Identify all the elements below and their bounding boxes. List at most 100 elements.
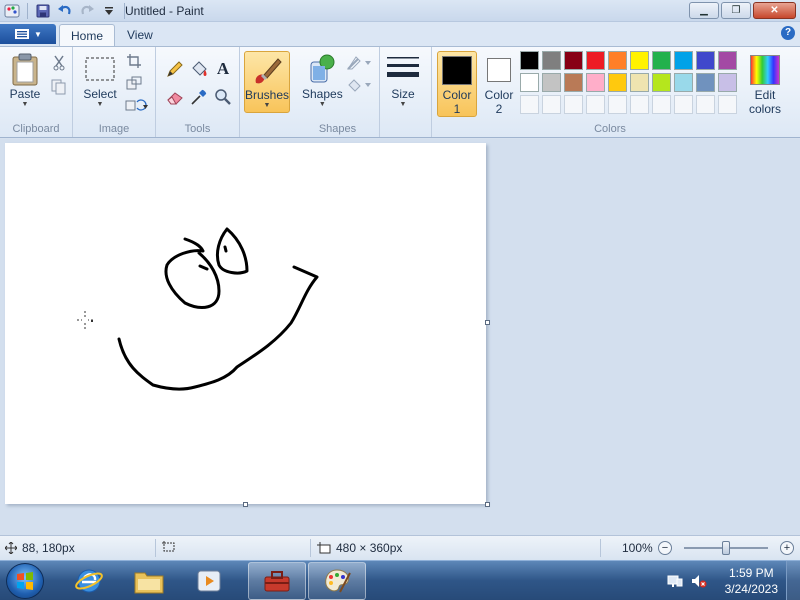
tab-home[interactable]: Home <box>59 24 116 46</box>
canvas-size-icon <box>317 542 331 554</box>
customize-qat-icon[interactable] <box>99 2 119 20</box>
palette-color-swatch[interactable] <box>674 51 693 70</box>
palette-color-swatch[interactable] <box>652 95 671 114</box>
palette-color-swatch[interactable] <box>542 95 561 114</box>
ribbon-tab-row: ▼ Home View ? <box>0 22 800 46</box>
save-icon[interactable] <box>33 2 53 20</box>
palette-color-swatch[interactable] <box>674 95 693 114</box>
palette-color-swatch[interactable] <box>718 95 737 114</box>
cut-icon[interactable] <box>48 53 70 73</box>
media-player-icon <box>197 570 221 592</box>
resize-handle-right[interactable] <box>485 320 490 325</box>
fill-bucket-icon[interactable] <box>188 59 210 79</box>
chevron-down-icon: ▼ <box>399 101 407 108</box>
select-button[interactable]: Select ▼ <box>83 51 117 109</box>
group-size: Size ▼ <box>380 47 432 137</box>
size-button[interactable]: Size ▼ <box>386 51 420 109</box>
palette-color-swatch[interactable] <box>564 73 583 92</box>
help-icon[interactable]: ? <box>781 26 795 40</box>
palette-color-swatch[interactable] <box>652 73 671 92</box>
palette-color-swatch[interactable] <box>542 73 561 92</box>
resize-handle-corner[interactable] <box>485 502 490 507</box>
redo-icon[interactable] <box>77 2 97 20</box>
taskbar-toolbox-app[interactable] <box>248 562 306 600</box>
palette-color-swatch[interactable] <box>608 95 627 114</box>
clipboard-group-label: Clipboard <box>12 123 60 135</box>
edit-colors-line1: Edit <box>754 88 776 102</box>
select-label: Select <box>83 87 117 101</box>
paste-label: Paste <box>9 87 41 101</box>
drawing-canvas[interactable] <box>5 143 486 504</box>
show-desktop-button[interactable] <box>786 561 800 600</box>
palette-color-swatch[interactable] <box>696 73 715 92</box>
paint-menu-button[interactable]: ▼ <box>0 24 56 44</box>
palette-color-swatch[interactable] <box>564 95 583 114</box>
palette-color-swatch[interactable] <box>696 51 715 70</box>
crop-icon[interactable] <box>123 51 145 71</box>
window-title: Untitled - Paint <box>125 4 204 18</box>
color2-button[interactable]: Color 2 <box>479 51 519 117</box>
undo-icon[interactable] <box>55 2 75 20</box>
copy-icon[interactable] <box>48 77 70 97</box>
canvas-workspace <box>0 139 800 535</box>
palette-color-swatch[interactable] <box>696 95 715 114</box>
palette-color-swatch[interactable] <box>608 51 627 70</box>
system-clock[interactable]: 1:59 PM 3/24/2023 <box>725 565 778 597</box>
group-image: Select ▼ Image <box>73 47 156 137</box>
zoom-slider-thumb[interactable] <box>722 541 730 555</box>
fill-icon[interactable] <box>344 75 374 95</box>
taskbar-media-player[interactable] <box>180 562 238 600</box>
palette-color-swatch[interactable] <box>520 95 539 114</box>
network-icon[interactable] <box>666 572 684 590</box>
rotate-icon[interactable] <box>123 95 151 115</box>
taskbar-paint[interactable] <box>308 562 366 600</box>
restore-button[interactable]: ❐ <box>721 2 751 19</box>
taskbar-internet-explorer[interactable] <box>60 562 118 600</box>
chevron-down-icon: ▼ <box>263 102 271 109</box>
group-brushes: Brushes ▼ <box>240 47 296 137</box>
paint-app-icon[interactable] <box>2 2 22 20</box>
shapes-button[interactable]: Shapes ▼ <box>302 51 343 109</box>
start-button[interactable] <box>6 563 44 599</box>
palette-color-swatch[interactable] <box>718 73 737 92</box>
palette-color-swatch[interactable] <box>564 51 583 70</box>
palette-color-swatch[interactable] <box>586 51 605 70</box>
drawing-strokes <box>77 227 319 391</box>
paste-button[interactable]: Paste ▼ <box>8 51 42 109</box>
palette-color-swatch[interactable] <box>674 73 693 92</box>
palette-color-swatch[interactable] <box>586 95 605 114</box>
taskbar-file-explorer[interactable] <box>120 562 178 600</box>
palette-color-swatch[interactable] <box>652 51 671 70</box>
zoom-in-button[interactable]: + <box>780 541 794 555</box>
color1-button[interactable]: Color 1 <box>437 51 477 117</box>
canvas-size: 480 × 360px <box>317 541 402 555</box>
palette-color-swatch[interactable] <box>542 51 561 70</box>
palette-color-swatch[interactable] <box>630 73 649 92</box>
text-tool-icon[interactable]: A <box>212 59 234 79</box>
palette-color-swatch[interactable] <box>520 73 539 92</box>
palette-color-swatch[interactable] <box>608 73 627 92</box>
pencil-icon[interactable] <box>164 59 186 79</box>
volume-muted-icon[interactable] <box>690 572 708 590</box>
color-picker-icon[interactable] <box>188 87 210 107</box>
close-button[interactable]: ✕ <box>753 2 796 19</box>
zoom-level: 100% <box>622 541 653 555</box>
magnifier-icon[interactable] <box>212 87 234 107</box>
color1-swatch <box>442 56 472 85</box>
chevron-down-icon: ▼ <box>318 101 326 108</box>
tab-view[interactable]: View <box>116 24 164 46</box>
outline-icon[interactable] <box>344 53 374 73</box>
palette-color-swatch[interactable] <box>520 51 539 70</box>
eraser-icon[interactable] <box>164 87 186 107</box>
edit-colors-button[interactable]: Edit colors <box>742 51 788 117</box>
brushes-button[interactable]: Brushes ▼ <box>244 51 290 113</box>
palette-color-swatch[interactable] <box>630 95 649 114</box>
palette-color-swatch[interactable] <box>718 51 737 70</box>
resize-icon[interactable] <box>123 73 145 93</box>
zoom-out-button[interactable]: − <box>658 541 672 555</box>
resize-handle-bottom[interactable] <box>243 502 248 507</box>
status-divider <box>155 539 156 557</box>
minimize-button[interactable]: ▁ <box>689 2 719 19</box>
palette-color-swatch[interactable] <box>586 73 605 92</box>
palette-color-swatch[interactable] <box>630 51 649 70</box>
